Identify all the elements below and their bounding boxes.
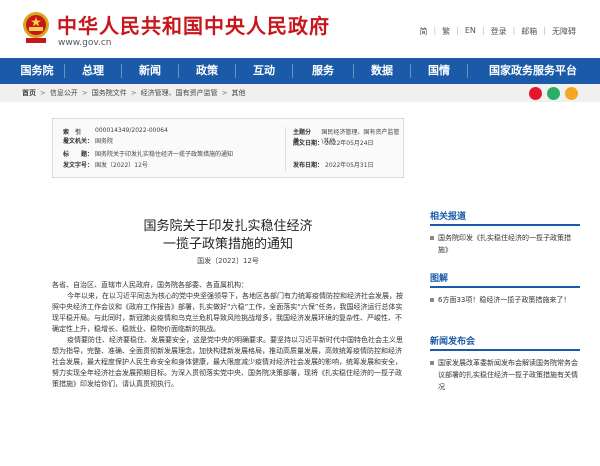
- breadcrumb-economic-management[interactable]: 经济管理、国有资产监管: [141, 88, 218, 98]
- sidebar-heading: 图解: [430, 274, 449, 284]
- nav-item-national-profile[interactable]: 国情: [411, 58, 467, 84]
- meta-value: 国务院: [95, 138, 114, 145]
- body-paragraph: 今年以来，在以习近平同志为核心的党中央坚强领导下，各地区各部门有力统筹疫情防控和…: [52, 292, 403, 333]
- salutation: 各省、自治区、直辖市人民政府，国务院各部委、各直属机构：: [52, 281, 248, 289]
- separator: |: [512, 26, 516, 35]
- bullet-icon: [430, 298, 434, 302]
- separator: |: [481, 26, 485, 35]
- breadcrumb-home[interactable]: 首页: [22, 88, 36, 98]
- sidebar-link[interactable]: 国家发展改革委新闻发布会解读国务院常务会议部署的扎实稳住经济一揽子政策措施有关情…: [430, 357, 580, 393]
- nav-item-service-platform[interactable]: 国家政务服务平台: [468, 58, 598, 84]
- sidebar-link-text[interactable]: 国务院印发《扎实稳住经济的一揽子政策措施》: [438, 234, 571, 254]
- accessibility-link[interactable]: 无障碍: [552, 26, 576, 37]
- document-title-line: 国务院关于印发扎实稳住经济: [143, 219, 313, 234]
- breadcrumb-info-disclosure[interactable]: 信息公开: [50, 88, 78, 98]
- breadcrumb-state-council-docs[interactable]: 国务院文件: [92, 88, 127, 98]
- sidebar-press-conference: 新闻发布会 国家发展改革委新闻发布会解读国务院常务会议部署的扎实稳住经济一揽子政…: [430, 335, 580, 393]
- nav-item-policy[interactable]: 政策: [179, 58, 235, 84]
- separator: |: [456, 26, 459, 35]
- breadcrumb-other[interactable]: 其他: [232, 88, 246, 98]
- meta-label: 标 题：: [63, 151, 94, 158]
- sidebar-graphics: 图解 6方面33项！稳经济一揽子政策措施来了！: [430, 272, 580, 306]
- main-nav: 国务院 总理 新闻 政策 互动 服务 数据 国情 国家政务服务平台: [0, 58, 600, 84]
- document-title-line: 一揽子政策措施的通知: [162, 237, 293, 252]
- qzone-icon[interactable]: [565, 86, 578, 100]
- lang-simplified-link[interactable]: 简: [419, 26, 427, 37]
- meta-value: 2022年05月24日: [325, 140, 374, 147]
- nav-item-data[interactable]: 数据: [354, 58, 410, 84]
- wechat-icon[interactable]: [547, 86, 560, 100]
- sidebar-related-reports: 相关报道 国务院印发《扎实稳住经济的一揽子政策措施》: [430, 210, 580, 256]
- lang-traditional-link[interactable]: 繁: [442, 26, 450, 37]
- nav-item-service[interactable]: 服务: [293, 58, 353, 84]
- breadcrumb-separator: >: [221, 89, 228, 97]
- language-links: 简 | 繁 | EN | 登录 | 邮箱 | 无障碍: [419, 26, 576, 37]
- separator: |: [433, 26, 437, 35]
- document-number: 国发〔2022〕12号: [197, 257, 259, 265]
- weibo-icon[interactable]: [529, 86, 542, 100]
- lang-english-link[interactable]: EN: [465, 26, 476, 37]
- separator: |: [543, 26, 546, 35]
- meta-label: 成文日期：: [293, 140, 324, 147]
- body-paragraph: 疫情要防住、经济要稳住、发展要安全，这是党中央的明确要求。要坚持以习近平新时代中…: [52, 336, 403, 388]
- nav-item-state-council[interactable]: 国务院: [0, 58, 64, 84]
- bullet-icon: [430, 236, 434, 240]
- breadcrumb-separator: >: [40, 89, 46, 97]
- document-title: 国务院关于印发扎实稳住经济 一揽子政策措施的通知: [52, 218, 404, 254]
- divider: [430, 349, 580, 351]
- divider: [430, 286, 580, 288]
- meta-row-date-written: 成文日期： 2022年05月24日: [293, 138, 374, 147]
- meta-label: 发布日期：: [293, 162, 324, 169]
- site-header: 中华人民共和国中央人民政府 www.gov.cn 简 | 繁 | EN | 登录…: [0, 0, 600, 58]
- share-bar: [529, 84, 578, 102]
- email-link[interactable]: 邮箱: [521, 26, 537, 37]
- sidebar-link-text[interactable]: 6方面33项！稳经济一揽子政策措施来了！: [438, 296, 570, 304]
- breadcrumb: 首页 > 信息公开 > 国务院文件 > 经济管理、国有资产监管 > 其他: [0, 84, 600, 102]
- national-emblem-icon[interactable]: [20, 10, 52, 46]
- sidebar-heading: 新闻发布会: [430, 337, 476, 347]
- breadcrumb-separator: >: [81, 89, 88, 97]
- meta-value: 国发〔2022〕12号: [95, 162, 148, 169]
- login-link[interactable]: 登录: [491, 26, 507, 37]
- sidebar-heading: 相关报道: [430, 212, 467, 222]
- nav-item-premier[interactable]: 总理: [65, 58, 121, 84]
- divider: [430, 224, 580, 226]
- nav-item-interaction[interactable]: 互动: [236, 58, 292, 84]
- sidebar-link-text[interactable]: 国家发展改革委新闻发布会解读国务院常务会议部署的扎实稳住经济一揽子政策措施有关情…: [438, 359, 578, 391]
- meta-row-title: 标 题： 国务院关于印发扎实稳住经济一揽子政策措施的通知: [63, 149, 233, 158]
- nav-item-news[interactable]: 新闻: [122, 58, 178, 84]
- bullet-icon: [430, 361, 434, 365]
- breadcrumb-separator: >: [130, 89, 137, 97]
- site-url: www.gov.cn: [58, 38, 112, 48]
- document-metadata-table: 索 引 号： 000014349/2022-00064 主题分类： 国民经济管理…: [52, 118, 404, 178]
- divider: [285, 127, 286, 171]
- meta-row-publish-date: 发布日期： 2022年05月31日: [293, 160, 374, 169]
- document-body: 各省、自治区、直辖市人民政府，国务院各部委、各直属机构： 今年以来，在以习近平同…: [52, 280, 404, 390]
- site-title[interactable]: 中华人民共和国中央人民政府: [57, 10, 330, 39]
- sidebar-link[interactable]: 国务院印发《扎实稳住经济的一揽子政策措施》: [430, 232, 580, 256]
- meta-value: 国务院关于印发扎实稳住经济一揽子政策措施的通知: [95, 151, 234, 158]
- sidebar-link[interactable]: 6方面33项！稳经济一揽子政策措施来了！: [430, 294, 580, 306]
- meta-row-doc-number: 发文字号： 国发〔2022〕12号: [63, 160, 148, 169]
- meta-label: 发文机关：: [63, 138, 94, 145]
- meta-value: 2022年05月31日: [325, 162, 374, 169]
- meta-label: 发文字号：: [63, 162, 94, 169]
- meta-row-issuer: 发文机关： 国务院: [63, 136, 113, 145]
